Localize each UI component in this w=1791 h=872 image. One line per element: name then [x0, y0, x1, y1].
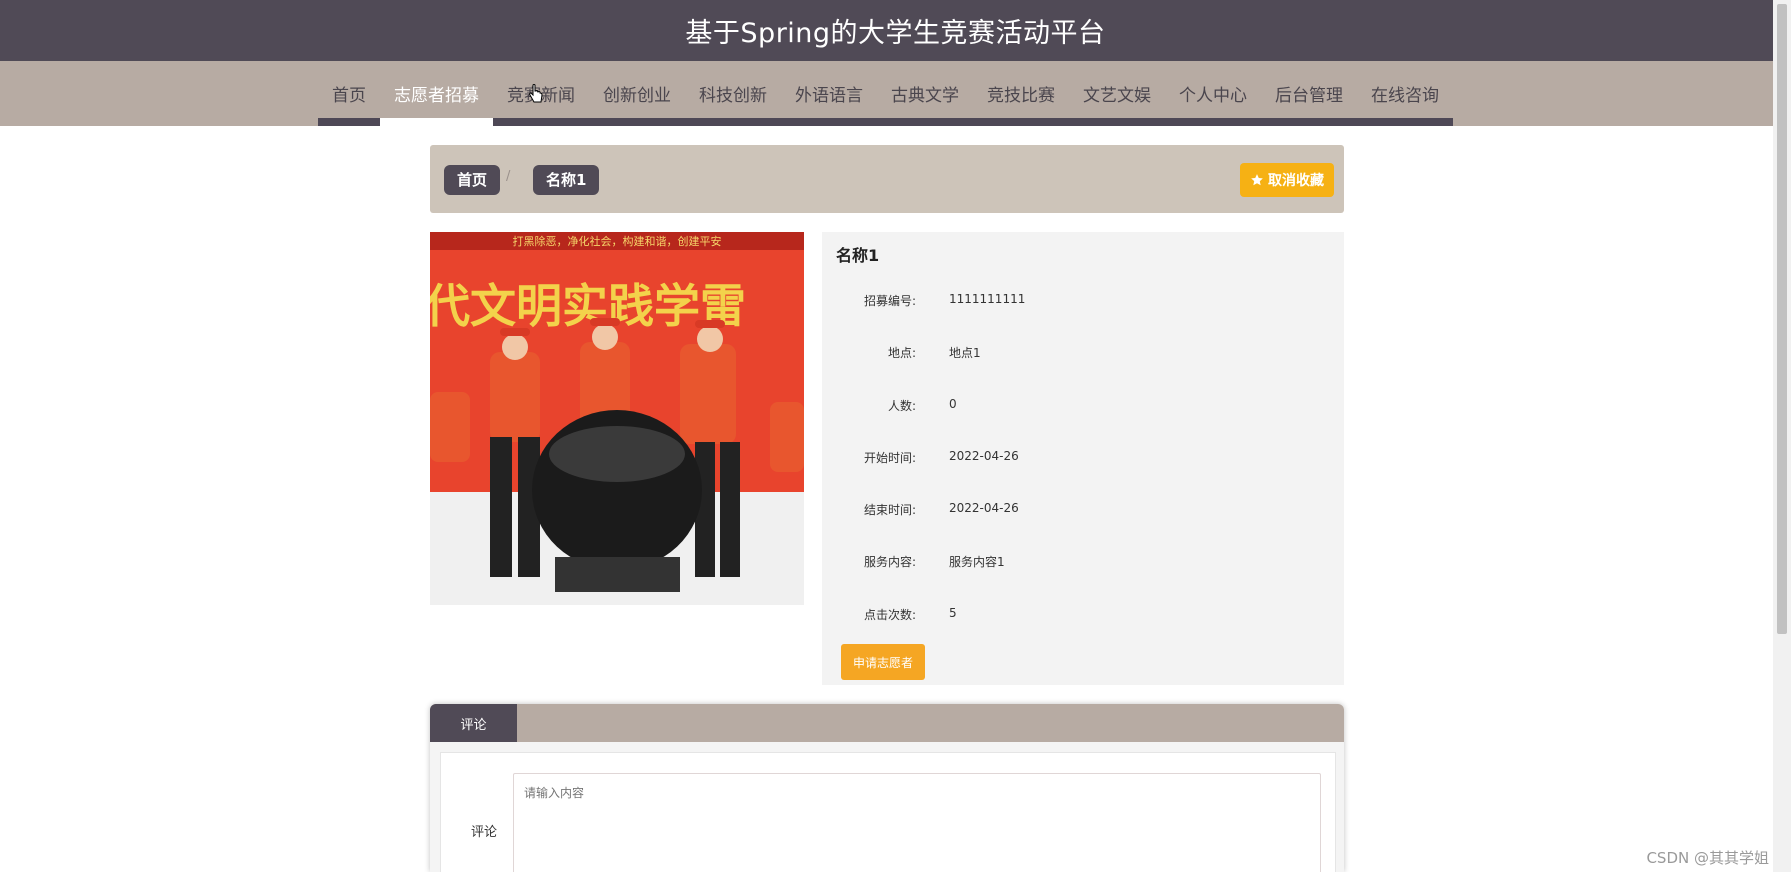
scroll-thumb[interactable]: [1777, 4, 1787, 634]
field-value: 地点1: [949, 346, 981, 360]
site-header: 基于Spring的大学生竞赛活动平台: [0, 0, 1791, 61]
breadcrumb: 首页 / 名称1 取消收藏: [430, 145, 1344, 213]
field-value: 1111111111: [949, 292, 1026, 306]
nav-item-profile[interactable]: 个人中心: [1165, 61, 1261, 126]
field-row: 服务内容: 服务内容1: [822, 553, 1344, 573]
field-label: 人数:: [887, 399, 916, 413]
field-value: 0: [949, 397, 957, 411]
comment-form: 评论: [440, 752, 1336, 872]
breadcrumb-current[interactable]: 名称1: [533, 165, 600, 195]
comment-textarea[interactable]: [513, 773, 1321, 872]
nav-label: 个人中心: [1179, 86, 1247, 106]
nav-label: 外语语言: [795, 86, 863, 106]
site-title: 基于Spring的大学生竞赛活动平台: [685, 18, 1106, 49]
page-scrollbar[interactable]: [1773, 0, 1791, 872]
tab-comments[interactable]: 评论: [430, 704, 517, 742]
nav-item-volunteer[interactable]: 志愿者招募: [380, 61, 493, 126]
comment-label: 评论: [471, 825, 498, 840]
field-label: 服务内容:: [863, 555, 916, 569]
nav-label: 首页: [332, 86, 366, 106]
field-value: 2022-04-26: [949, 449, 1019, 463]
nav-label: 后台管理: [1275, 86, 1343, 106]
field-label: 点击次数:: [863, 608, 916, 622]
field-label: 地点:: [887, 346, 916, 360]
apply-volunteer-button[interactable]: 申请志愿者: [841, 644, 925, 680]
breadcrumb-home[interactable]: 首页: [444, 165, 501, 195]
nav-item-literature[interactable]: 古典文学: [877, 61, 973, 126]
detail-panel: 名称1 招募编号: 1111111111 地点: 地点1 人数: 0 开始时间: 202…: [822, 232, 1344, 685]
nav-item-language[interactable]: 外语语言: [781, 61, 877, 126]
comment-section: 评论 评论: [430, 704, 1344, 872]
nav-label: 在线咨询: [1371, 86, 1439, 106]
field-row: 结束时间: 2022-04-26: [822, 501, 1344, 521]
field-label: 招募编号:: [863, 294, 916, 308]
field-row: 地点: 地点1: [822, 344, 1344, 364]
field-row: 开始时间: 2022-04-26: [822, 449, 1344, 469]
nav-item-innovation[interactable]: 创新创业: [589, 61, 685, 126]
nav-label: 志愿者招募: [394, 86, 479, 106]
field-value: 2022-04-26: [949, 501, 1019, 515]
nav-label: 竞技比赛: [987, 86, 1055, 106]
field-row: 人数: 0: [822, 397, 1344, 417]
nav-item-admin[interactable]: 后台管理: [1261, 61, 1357, 126]
activity-photo: 打黑除恶，净化社会，构建和谐，创建平安 代文明实践学雷: [430, 232, 804, 605]
field-row: 招募编号: 1111111111: [822, 292, 1344, 312]
main-nav: 首页 志愿者招募 竞赛新闻 创新创业 科技创新 外语语言 古典文学 竞技比赛 文…: [0, 61, 1791, 126]
photo-banner-top: 打黑除恶，净化社会，构建和谐，创建平安: [513, 234, 722, 248]
unfavorite-button[interactable]: 取消收藏: [1240, 163, 1334, 197]
comment-tabs: 评论: [430, 704, 1344, 742]
mouse-pointer-icon: [529, 84, 543, 103]
field-row: 点击次数: 5: [822, 606, 1344, 626]
unfavorite-label: 取消收藏: [1268, 173, 1324, 189]
nav-label: 创新创业: [603, 86, 671, 106]
nav-label: 文艺文娱: [1083, 86, 1151, 106]
breadcrumb-separator: /: [506, 169, 511, 184]
nav-item-competition[interactable]: 竞技比赛: [973, 61, 1069, 126]
field-value: 5: [949, 606, 957, 620]
star-icon: [1251, 174, 1263, 186]
nav-label: 古典文学: [891, 86, 959, 106]
nav-item-home[interactable]: 首页: [318, 61, 380, 126]
nav-item-tech[interactable]: 科技创新: [685, 61, 781, 126]
field-label: 结束时间:: [863, 503, 916, 517]
activity-name: 名称1: [836, 246, 880, 265]
watermark: CSDN @其其学姐: [1646, 849, 1769, 867]
nav-item-consult[interactable]: 在线咨询: [1357, 61, 1453, 126]
nav-label: 科技创新: [699, 86, 767, 106]
field-value: 服务内容1: [949, 555, 1005, 569]
nav-item-arts[interactable]: 文艺文娱: [1069, 61, 1165, 126]
field-label: 开始时间:: [863, 451, 916, 465]
